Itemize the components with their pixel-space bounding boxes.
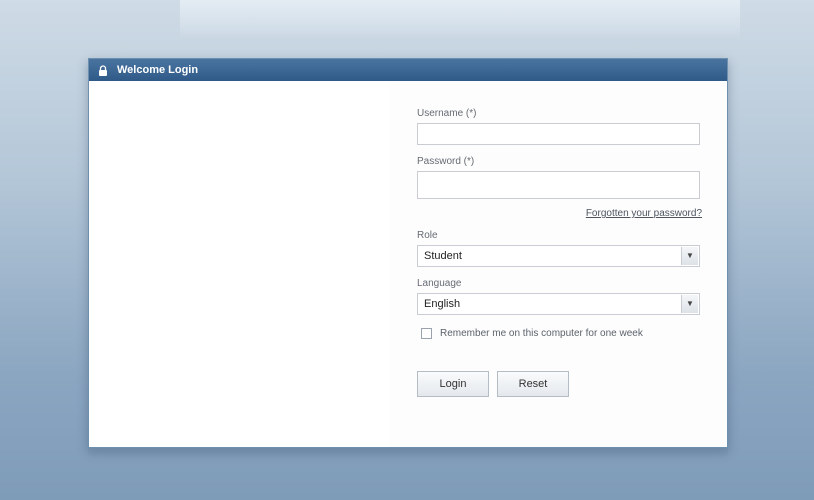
lock-icon bbox=[97, 64, 109, 76]
button-row: Login Reset bbox=[417, 371, 702, 397]
language-label: Language bbox=[417, 278, 462, 289]
username-label: Username (*) bbox=[417, 108, 477, 119]
remember-checkbox[interactable] bbox=[421, 327, 432, 339]
window-title: Welcome Login bbox=[117, 64, 199, 76]
reset-button[interactable]: Reset bbox=[497, 371, 569, 397]
password-label: Password (*) bbox=[417, 156, 475, 167]
role-select[interactable]: Student ▼ bbox=[417, 245, 700, 267]
window-titlebar[interactable]: Welcome Login bbox=[89, 59, 727, 81]
password-input[interactable] bbox=[417, 171, 700, 199]
remember-label: Remember me on this computer for one wee… bbox=[440, 327, 643, 339]
forgot-password-link[interactable]: Forgotten your password? bbox=[586, 208, 702, 219]
login-form: Username (*) Password (*) Forgotten your… bbox=[417, 107, 702, 397]
language-selected-value: English bbox=[424, 298, 461, 310]
language-select[interactable]: English ▼ bbox=[417, 293, 700, 315]
role-label: Role bbox=[417, 230, 438, 241]
login-window: Welcome Login Username (*) Password (*) … bbox=[88, 58, 728, 448]
chevron-down-icon[interactable]: ▼ bbox=[681, 295, 698, 313]
role-selected-value: Student bbox=[424, 250, 462, 262]
login-button[interactable]: Login bbox=[417, 371, 489, 397]
window-shadow-strip bbox=[88, 448, 728, 458]
chevron-down-icon[interactable]: ▼ bbox=[681, 247, 698, 265]
remember-row: Remember me on this computer for one wee… bbox=[417, 325, 702, 341]
left-panel bbox=[89, 81, 389, 447]
forgot-row: Forgotten your password? bbox=[417, 203, 702, 219]
username-input[interactable] bbox=[417, 123, 700, 145]
background-glow bbox=[180, 0, 740, 40]
